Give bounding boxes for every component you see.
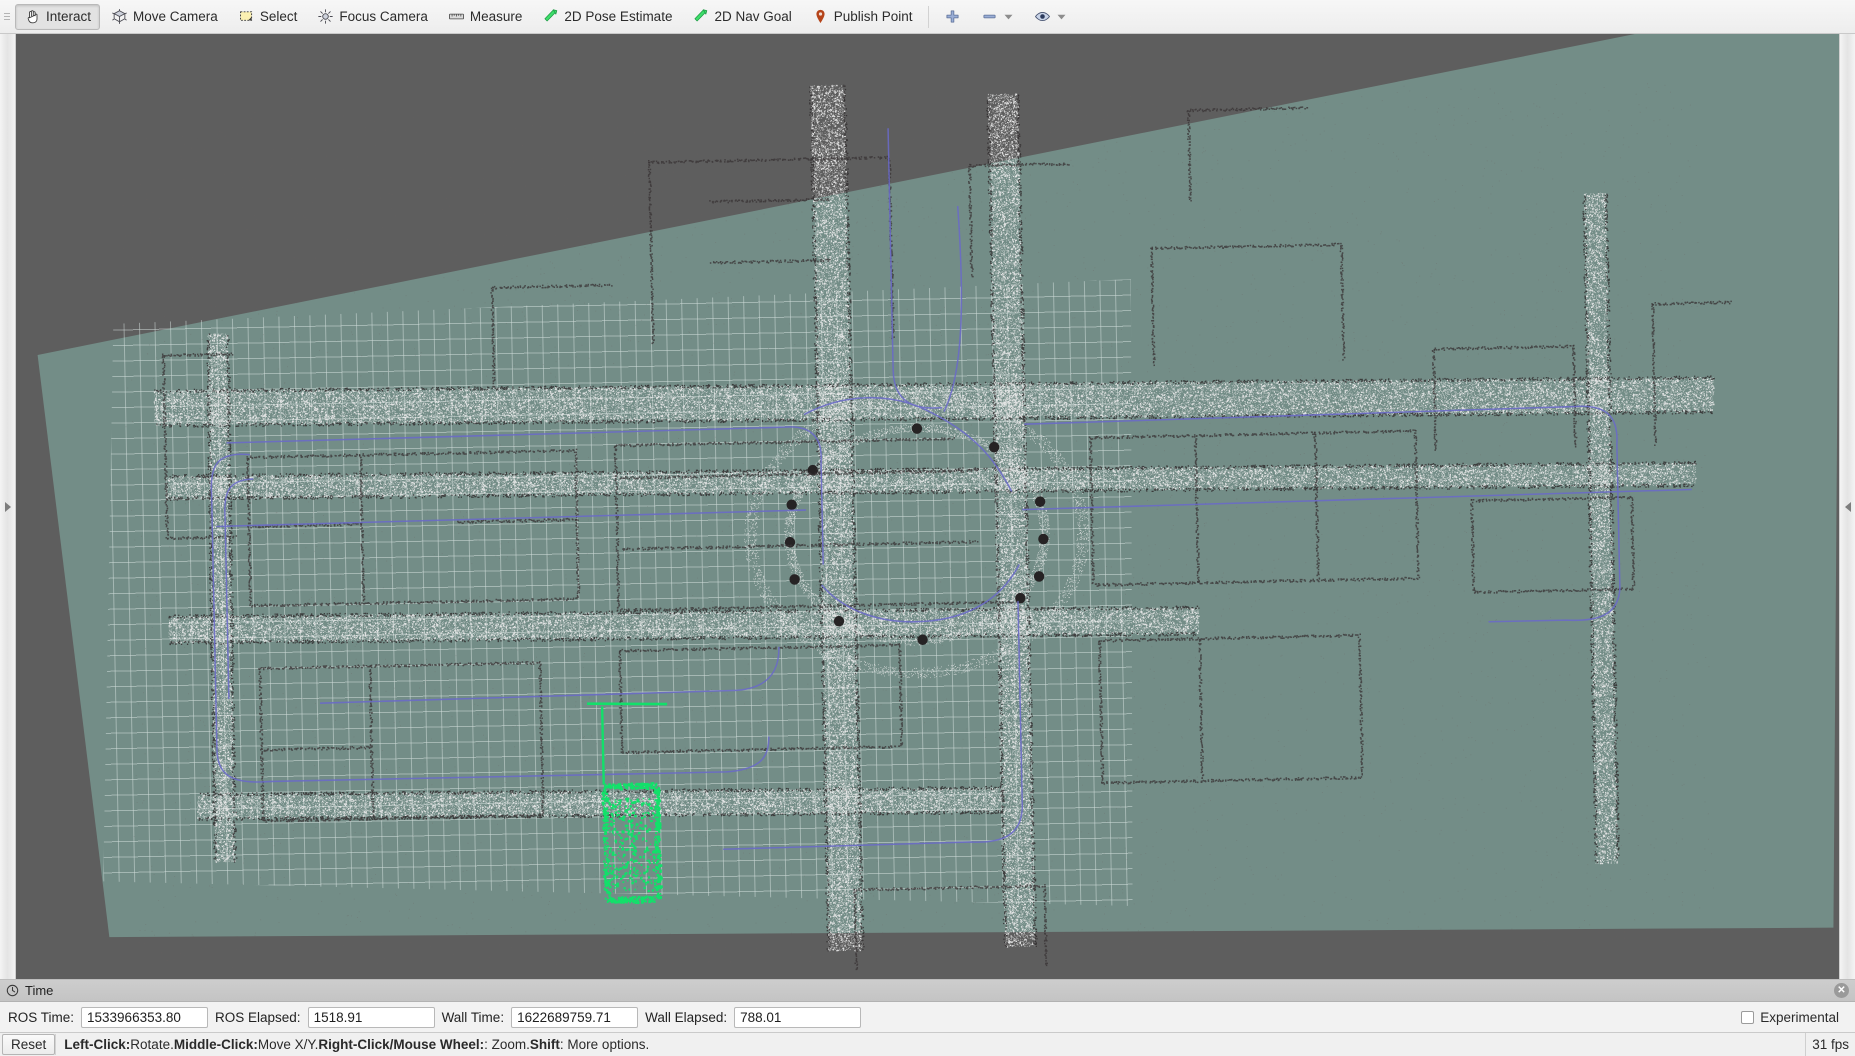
time-field-input-wall-elapsed[interactable]	[734, 1007, 861, 1028]
experimental-label: Experimental	[1760, 1010, 1839, 1025]
time-panel-titlebar: Time ✕	[0, 980, 1855, 1002]
time-field-label-3: Wall Elapsed:	[645, 1010, 727, 1025]
expand-right-arrow-icon	[4, 501, 12, 513]
left-panel-expand-handle[interactable]	[0, 34, 16, 979]
tool-button-select[interactable]: Select	[229, 4, 307, 30]
time-panel: Time ✕ ROS Time: ROS Elapsed: Wall Time: Wa…	[0, 979, 1855, 1032]
view-area	[0, 34, 1855, 979]
tool-button-interact[interactable]: Interact	[15, 4, 100, 30]
toolbar-button-group: Interact Move Camera Select Focus Camera Mea…	[14, 4, 923, 30]
tool-button-label: Publish Point	[834, 9, 913, 24]
time-field-input-ros-time[interactable]	[81, 1007, 208, 1028]
green-arrow-icon	[692, 8, 709, 25]
hint-segment-1: Rotate.	[130, 1037, 174, 1052]
tool-button-move-camera[interactable]: Move Camera	[102, 4, 227, 30]
tool-button-label: Select	[260, 9, 298, 24]
select-rect-icon	[238, 8, 255, 25]
toolbar-eye-control[interactable]	[1025, 4, 1076, 30]
focus-camera-icon	[317, 8, 334, 25]
expand-left-arrow-icon	[1844, 501, 1852, 513]
time-field-input-ros-elapsed[interactable]	[308, 1007, 435, 1028]
plus-icon	[944, 8, 961, 25]
hint-segment-3: Move X/Y.	[258, 1037, 319, 1052]
pointcloud-map-display	[16, 34, 1839, 979]
time-field-label-0: ROS Time:	[8, 1010, 74, 1025]
toolbar-separator	[928, 6, 929, 28]
chevron-down-icon[interactable]	[1056, 9, 1067, 25]
move-camera-icon	[111, 8, 128, 25]
tool-button-label: Move Camera	[133, 9, 218, 24]
hint-segment-6: Shift	[530, 1037, 560, 1052]
green-arrow-icon	[542, 8, 559, 25]
time-field-label-2: Wall Time:	[442, 1010, 505, 1025]
clock-icon	[6, 984, 19, 997]
tool-button-label: Focus Camera	[339, 9, 428, 24]
hint-segment-7: : More options.	[560, 1037, 649, 1052]
time-field-label-1: ROS Elapsed:	[215, 1010, 301, 1025]
hint-segment-4: Right-Click/Mouse Wheel:	[318, 1037, 484, 1052]
render-viewport-3d[interactable]	[16, 34, 1839, 979]
time-fields-row: ROS Time: ROS Elapsed: Wall Time: Wall Elap…	[0, 1002, 1855, 1032]
minus-icon	[981, 8, 998, 25]
experimental-checkbox-row[interactable]: Experimental	[1741, 1010, 1847, 1025]
hand-cursor-icon	[24, 8, 41, 25]
hint-segment-5: : Zoom.	[484, 1037, 530, 1052]
toolbar-drag-handle[interactable]	[2, 6, 12, 28]
tool-button-2d-pose-estimate[interactable]: 2D Pose Estimate	[533, 4, 681, 30]
right-panel-expand-handle[interactable]	[1839, 34, 1855, 979]
time-field-input-wall-time[interactable]	[511, 1007, 638, 1028]
reset-button[interactable]: Reset	[2, 1034, 55, 1055]
tool-button-label: Interact	[46, 9, 91, 24]
hint-segment-0: Left-Click:	[64, 1037, 130, 1052]
toolbar-minus-control[interactable]	[972, 4, 1023, 30]
tool-button-focus-camera[interactable]: Focus Camera	[308, 4, 437, 30]
status-bar: Reset Left-Click: Rotate. Middle-Click: …	[0, 1032, 1855, 1056]
mouse-hint-text: Left-Click: Rotate. Middle-Click: Move X…	[55, 1034, 1805, 1055]
tool-button-label: 2D Nav Goal	[714, 9, 791, 24]
tool-button-publish-point[interactable]: Publish Point	[803, 4, 922, 30]
time-panel-title: Time	[25, 983, 53, 998]
hint-segment-2: Middle-Click:	[174, 1037, 258, 1052]
experimental-checkbox[interactable]	[1741, 1011, 1754, 1024]
tool-button-measure[interactable]: Measure	[439, 4, 532, 30]
tool-button-label: 2D Pose Estimate	[564, 9, 672, 24]
chevron-down-icon[interactable]	[1003, 9, 1014, 25]
main-toolbar: Interact Move Camera Select Focus Camera Mea…	[0, 0, 1855, 34]
ruler-icon	[448, 8, 465, 25]
fps-indicator: 31 fps	[1805, 1033, 1855, 1056]
toolbar-plus-control[interactable]	[935, 4, 970, 30]
tool-button-2d-nav-goal[interactable]: 2D Nav Goal	[683, 4, 800, 30]
rviz-window: Interact Move Camera Select Focus Camera Mea…	[0, 0, 1855, 1056]
map-pin-icon	[812, 8, 829, 25]
eye-icon	[1034, 8, 1051, 25]
toolbar-tool-group	[934, 4, 1077, 30]
close-icon[interactable]: ✕	[1834, 983, 1849, 998]
tool-button-label: Measure	[470, 9, 523, 24]
